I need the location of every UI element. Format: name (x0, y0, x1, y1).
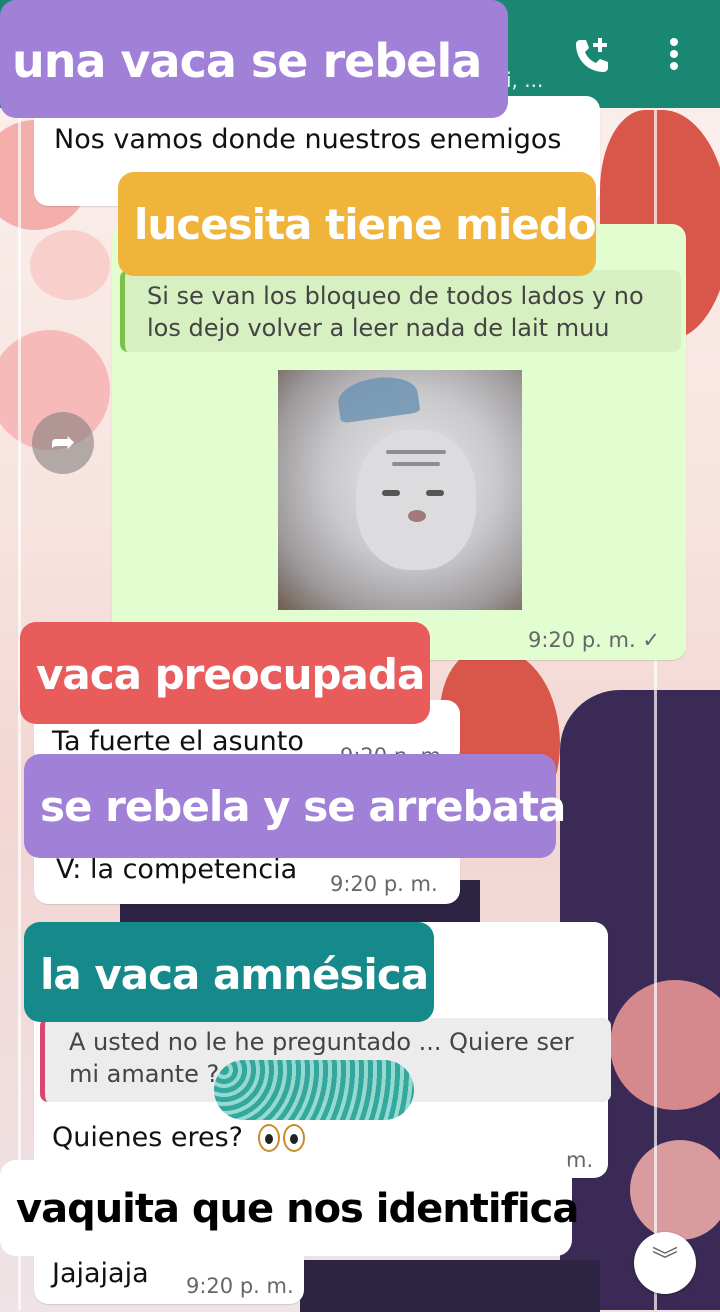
caption-label: se rebela y se arrebata (24, 754, 566, 858)
message-text: Ta fuerte el asunto (52, 726, 304, 757)
caption-label: lucesita tiene miedo (118, 172, 597, 276)
cat-image[interactable] (278, 370, 522, 610)
caption-label: la vaca amnésica (24, 922, 434, 1022)
redaction-scribble (214, 1060, 414, 1120)
eyes-emoji-icon (258, 1124, 308, 1156)
more-vert-icon[interactable] (664, 36, 684, 80)
message-time: 9:20 p. m. (186, 1274, 294, 1298)
quoted-message[interactable]: Si se van los bloqueo de todos lados y n… (120, 270, 681, 352)
forward-icon[interactable]: ➦ (32, 412, 94, 474)
wallpaper-dress (300, 1260, 600, 1312)
message-text: Nos vamos donde nuestros enemigos (54, 124, 562, 155)
caption-label: una vaca se rebela (0, 0, 508, 118)
quoted-text-line: mi amante ? (69, 1060, 220, 1088)
wallpaper-flower (30, 230, 110, 300)
wallpaper-flower (630, 1140, 720, 1240)
message-time: 9:20 p. m. (330, 872, 438, 896)
contact-subtitle[interactable]: i, ... (506, 68, 543, 92)
caption-label: vaquita que nos identifica (0, 1160, 579, 1256)
quoted-text-line: Si se van los bloqueo de todos lados y n… (147, 282, 644, 310)
quoted-text-line: los dejo volver a leer nada de lait muu (147, 314, 610, 342)
caption-label: vaca preocupada (20, 622, 430, 724)
message-time: 9:20 p. m. ✓ (528, 628, 660, 652)
add-call-icon[interactable] (570, 34, 614, 82)
message-text: V: la competencia (56, 854, 298, 885)
message-text: Quienes eres? (52, 1122, 243, 1153)
double-chevron-down-icon[interactable]: ︾ (634, 1232, 696, 1294)
message-text: Jajajaja (52, 1258, 149, 1289)
quoted-text-line: A usted no le he preguntado ... Quiere s… (69, 1028, 574, 1056)
